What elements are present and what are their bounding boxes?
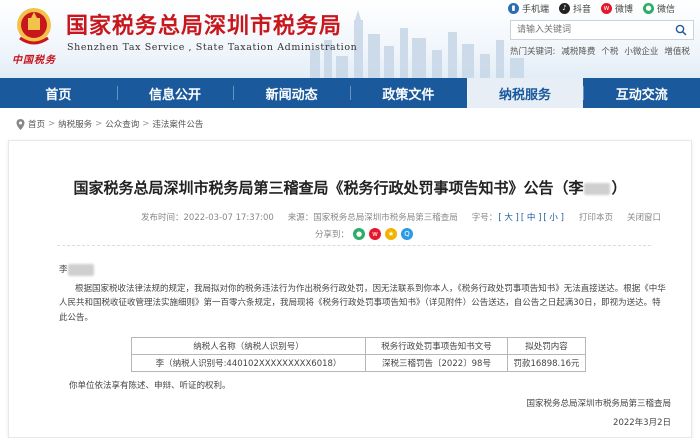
search-icon: [675, 24, 687, 36]
redacted-name: [68, 264, 94, 276]
nav-item-info-disclosure[interactable]: 信息公开: [117, 78, 234, 108]
signature-organization: 国家税务总局深圳市税务局第三稽查局: [526, 397, 671, 409]
table-header-row: 纳税人名称（纳税人识别号） 税务行政处罚事项告知书文号 拟处罚内容: [132, 338, 586, 355]
breadcrumb-home[interactable]: 首页: [28, 118, 45, 130]
notice-paragraph: 根据国家税收法律法规的规定，我局拟对你的税务违法行为作出税务行政处罚，因无法联系…: [59, 282, 669, 326]
hot-keyword[interactable]: 小微企业: [624, 45, 658, 57]
signature-date: 2022年3月2日: [613, 416, 671, 428]
hot-keyword[interactable]: 增值税: [664, 45, 690, 57]
nav-item-tax-service[interactable]: 纳税服务: [467, 78, 584, 108]
nav-item-home[interactable]: 首页: [0, 78, 117, 108]
mobile-icon: ▮: [508, 3, 519, 14]
emblem-caption: 中国税务: [12, 51, 56, 66]
qzone-share-icon[interactable]: ★: [385, 228, 397, 240]
quick-link-wechat[interactable]: ● 微信: [643, 2, 675, 15]
table-header: 税务行政处罚事项告知书文号: [366, 338, 508, 355]
breadcrumb-separator: >: [142, 119, 149, 129]
site-subtitle: Shenzhen Tax Service , State Taxation Ad…: [67, 42, 357, 53]
breadcrumb: 首页 > 纳税服务 > 公众查询 > 违法案件公告: [16, 118, 203, 130]
addressee: 李: [59, 263, 669, 278]
search-box: [510, 20, 694, 40]
nav-item-policy[interactable]: 政策文件: [350, 78, 467, 108]
table-row: 李（纳税人识别号:440102XXXXXXXXX6018） 深税三稽罚告〔202…: [132, 355, 586, 372]
font-size-large-button[interactable]: [ 大 ]: [498, 211, 519, 223]
print-page-button[interactable]: 打印本页: [579, 211, 613, 223]
breadcrumb-separator: >: [95, 119, 102, 129]
quick-link-weibo[interactable]: w 微博: [601, 2, 633, 15]
table-header: 纳税人名称（纳税人识别号）: [132, 338, 366, 355]
tax-emblem-logo: [14, 6, 54, 48]
redacted-name: [584, 183, 610, 195]
douyin-icon: ♪: [559, 3, 570, 14]
hot-keyword[interactable]: 个税: [601, 45, 618, 57]
table-cell-document-number: 深税三稽罚告〔2022〕98号: [366, 355, 508, 372]
table-cell-taxpayer: 李（纳税人识别号:440102XXXXXXXXX6018）: [132, 355, 366, 372]
rights-statement: 你单位依法享有陈述、申辩、听证的权利。: [69, 379, 231, 391]
wechat-icon: ●: [643, 3, 654, 14]
font-size-medium-button[interactable]: [ 中 ]: [521, 211, 542, 223]
article-body: 李 根据国家税收法律法规的规定，我局拟对你的税务违法行为作出税务行政处罚，因无法…: [59, 263, 669, 325]
hot-keywords: 热门关键词: 减税降费 个税 小微企业 增值税: [510, 45, 690, 57]
table-cell-penalty: 罚款16898.16元: [508, 355, 586, 372]
breadcrumb-tax-service[interactable]: 纳税服务: [58, 118, 92, 130]
article-source: 来源：国家税务总局深圳市税务局第三稽查局: [288, 211, 458, 223]
search-button[interactable]: [669, 21, 693, 39]
quick-link-douyin[interactable]: ♪ 抖音: [559, 2, 591, 15]
hot-keywords-label: 热门关键词:: [510, 45, 555, 57]
qq-share-icon[interactable]: Q: [401, 228, 413, 240]
quick-links: ▮ 手机端 ♪ 抖音 w 微博 ● 微信: [508, 2, 675, 15]
breadcrumb-violation-notice[interactable]: 违法案件公告: [152, 118, 203, 130]
font-size-small-button[interactable]: [ 小 ]: [543, 211, 564, 223]
nav-item-interaction[interactable]: 互动交流: [583, 78, 700, 108]
wechat-share-icon[interactable]: ●: [353, 228, 365, 240]
article-meta: 发布时间：2022-03-07 17:37:00 来源：国家税务总局深圳市税务局…: [141, 211, 661, 223]
breadcrumb-separator: >: [48, 119, 55, 129]
weibo-share-icon[interactable]: w: [369, 228, 381, 240]
penalty-table: 纳税人名称（纳税人识别号） 税务行政处罚事项告知书文号 拟处罚内容 李（纳税人识…: [131, 337, 586, 372]
close-window-button[interactable]: 关闭窗口: [627, 211, 661, 223]
article-title: 国家税务总局深圳市税务局第三稽查局《税务行政处罚事项告知书》公告（李）: [9, 177, 691, 198]
search-input[interactable]: [511, 21, 669, 39]
font-size-label: 字号：: [472, 211, 498, 223]
quick-link-mobile[interactable]: ▮ 手机端: [508, 2, 549, 15]
site-title[interactable]: 国家税务总局深圳市税务局: [66, 8, 342, 40]
table-header: 拟处罚内容: [508, 338, 586, 355]
meta-divider: [57, 245, 651, 246]
nav-item-news[interactable]: 新闻动态: [233, 78, 350, 108]
share-row: 分享到： ● w ★ Q: [315, 228, 413, 240]
location-pin-icon: [16, 119, 25, 130]
article-card: 国家税务总局深圳市税务局第三稽查局《税务行政处罚事项告知书》公告（李） 发布时间…: [8, 140, 692, 438]
weibo-icon: w: [601, 3, 612, 14]
publish-date: 发布时间：2022-03-07 17:37:00: [141, 211, 274, 223]
share-label: 分享到：: [315, 228, 349, 240]
hot-keyword[interactable]: 减税降费: [561, 45, 595, 57]
breadcrumb-public-query[interactable]: 公众查询: [105, 118, 139, 130]
main-nav: 首页 信息公开 新闻动态 政策文件 纳税服务 互动交流: [0, 78, 700, 108]
site-header: 中国税务 国家税务总局深圳市税务局 Shenzhen Tax Service ,…: [0, 0, 700, 78]
